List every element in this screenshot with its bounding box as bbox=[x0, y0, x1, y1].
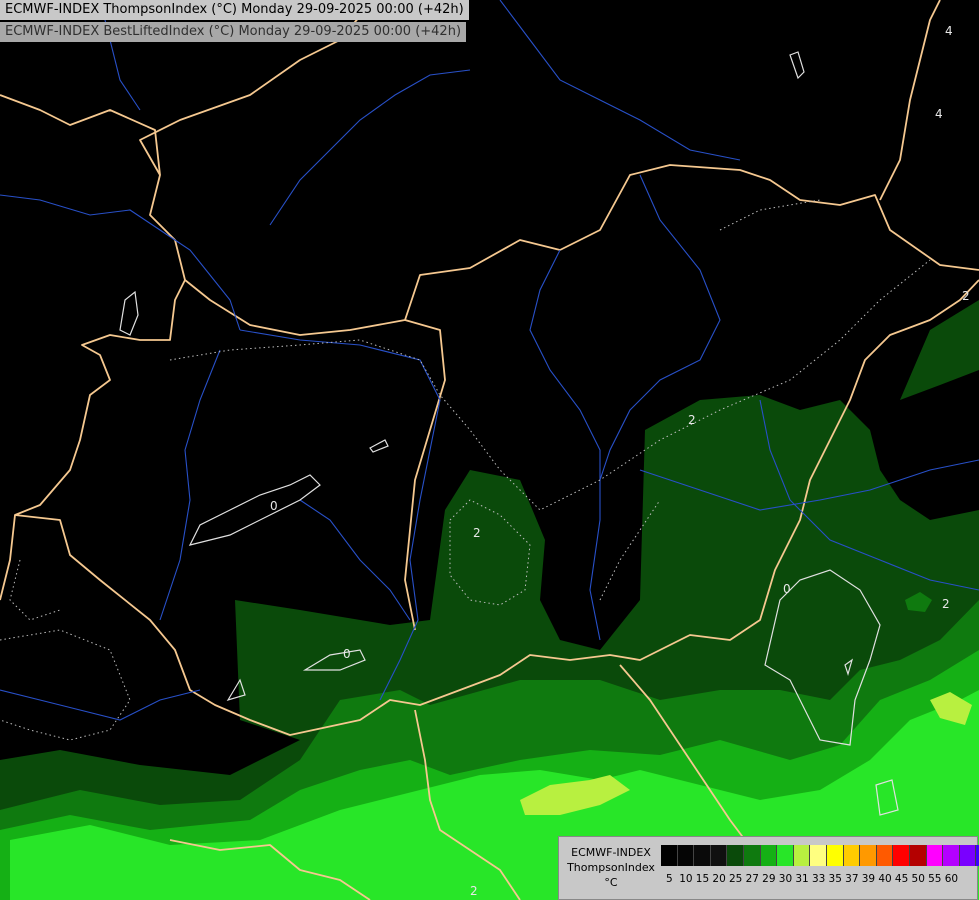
legend-swatch bbox=[843, 845, 861, 866]
legend-tick-label bbox=[960, 873, 977, 885]
contour-label: 0 bbox=[270, 499, 278, 513]
legend-tick-label: 25 bbox=[728, 873, 743, 885]
map-subtitle: ECMWF-INDEX BestLiftedIndex (°C) Monday … bbox=[0, 22, 467, 42]
legend-tick-label: 60 bbox=[944, 873, 959, 885]
legend-swatch bbox=[926, 845, 944, 866]
legend-tick-label: 37 bbox=[845, 873, 859, 885]
legend-tick-label: 20 bbox=[712, 873, 726, 885]
legend-swatch bbox=[909, 845, 927, 866]
legend-title-line: ECMWF-INDEX bbox=[571, 846, 651, 859]
legend-swatch bbox=[661, 845, 678, 866]
contour-label: 4 bbox=[945, 24, 953, 38]
legend-tick-label: 30 bbox=[778, 873, 793, 885]
legend-swatch bbox=[860, 845, 877, 866]
legend-swatch bbox=[777, 845, 794, 866]
color-legend: ECMWF-INDEX ThompsonIndex °C 5 10 15 20 25 27… bbox=[558, 836, 979, 900]
contour-label: 4 bbox=[935, 107, 943, 121]
legend-tick-label: 10 bbox=[679, 873, 693, 885]
legend-swatch bbox=[760, 845, 778, 866]
legend-tick-label: 39 bbox=[861, 873, 876, 885]
legend-swatch bbox=[710, 845, 728, 866]
contour-label: 2 bbox=[473, 526, 481, 540]
contour-label: 2 bbox=[942, 597, 950, 611]
contour-label: 0 bbox=[783, 582, 791, 596]
map-title: ECMWF-INDEX ThompsonIndex (°C) Monday 29… bbox=[0, 0, 469, 20]
legend-swatch bbox=[943, 845, 960, 866]
contour-label: 0 bbox=[343, 647, 351, 661]
legend-swatch bbox=[810, 845, 827, 866]
legend-tick-label: 31 bbox=[795, 873, 809, 885]
legend-swatches bbox=[661, 845, 979, 866]
contour-label: 2 bbox=[688, 413, 696, 427]
legend-title-line: ThompsonIndex bbox=[567, 861, 655, 874]
legend-swatch bbox=[893, 845, 910, 866]
legend-tick-label: 27 bbox=[745, 873, 759, 885]
contour-label: 2 bbox=[962, 289, 970, 303]
legend-tick-label: 50 bbox=[911, 873, 925, 885]
legend-tick-label: 55 bbox=[928, 873, 942, 885]
legend-swatch bbox=[727, 845, 744, 866]
legend-title-line: °C bbox=[604, 876, 618, 889]
legend-tick-label: 40 bbox=[878, 873, 892, 885]
legend-swatch bbox=[826, 845, 844, 866]
legend-tick-label: 45 bbox=[894, 873, 909, 885]
legend-swatch bbox=[876, 845, 894, 866]
legend-tick-label: 29 bbox=[762, 873, 776, 885]
legend-swatch bbox=[793, 845, 811, 866]
legend-swatch bbox=[677, 845, 695, 866]
legend-ticks: 5 10 15 20 25 27 29 30 31 33 35 37 39 40 45 50 55 60 bbox=[661, 873, 979, 885]
legend-tick-label: 15 bbox=[695, 873, 710, 885]
legend-swatch bbox=[694, 845, 711, 866]
legend-swatch bbox=[959, 845, 977, 866]
weather-map: 2 2 2 2 0 0 0 2 4 4 bbox=[0, 0, 979, 900]
contour-label: 2 bbox=[470, 884, 478, 898]
legend-title: ECMWF-INDEX ThompsonIndex °C bbox=[563, 845, 659, 890]
legend-tick-label: 33 bbox=[811, 873, 826, 885]
legend-tick-label: 35 bbox=[828, 873, 842, 885]
legend-tick-label: 5 bbox=[665, 873, 673, 885]
legend-swatch bbox=[743, 845, 761, 866]
